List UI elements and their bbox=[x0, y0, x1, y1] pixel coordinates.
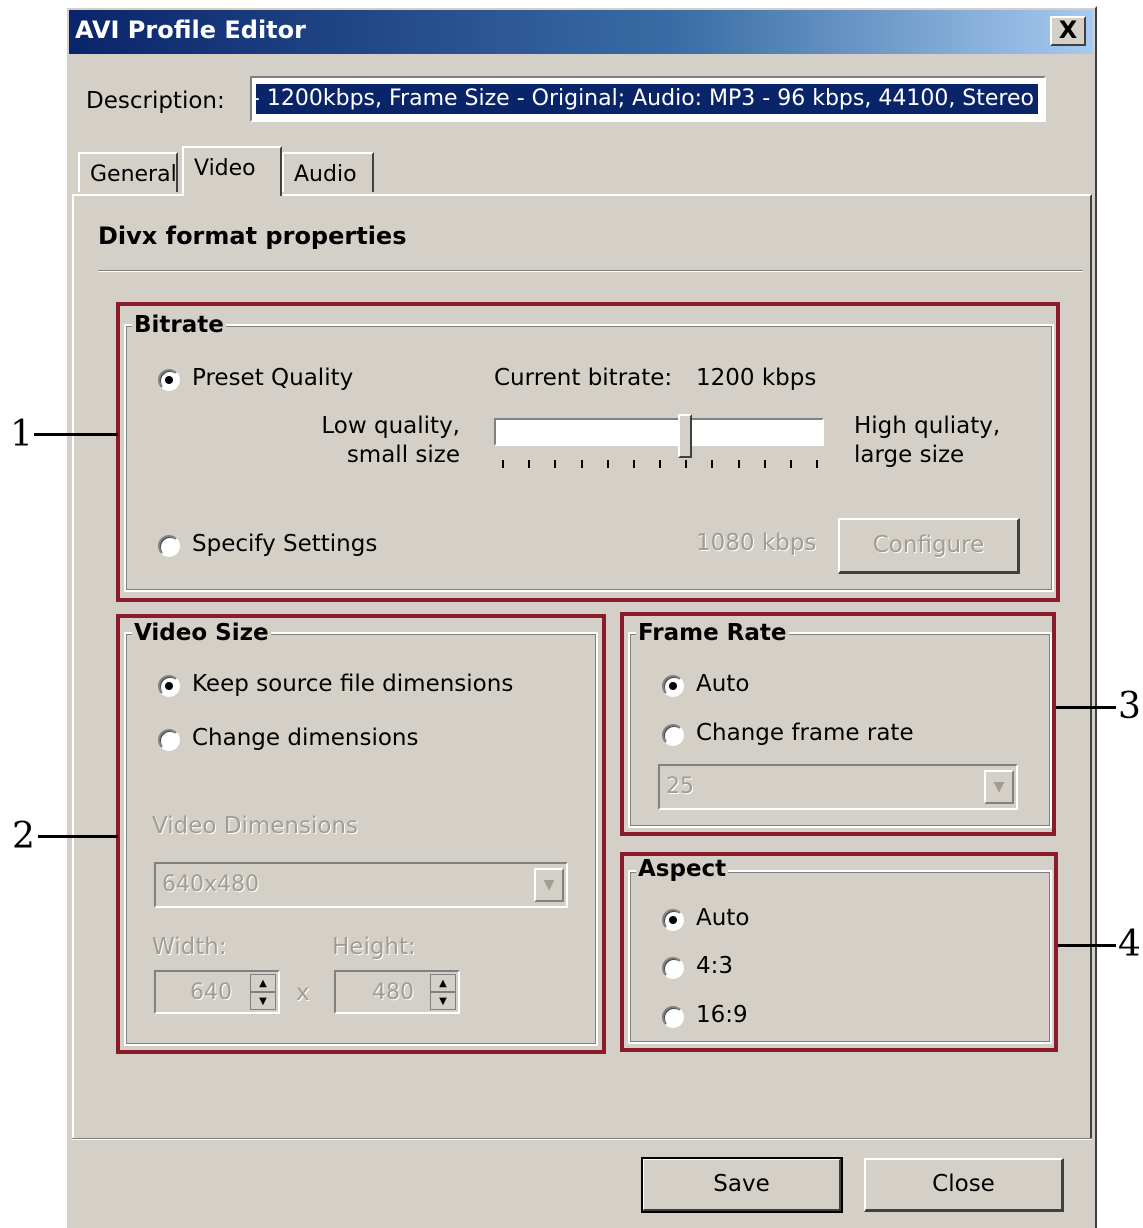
description-value: ; - 1200kbps, Frame Size - Original; Aud… bbox=[250, 86, 1034, 111]
tab-general[interactable]: General bbox=[78, 152, 178, 192]
section-divider bbox=[98, 270, 1083, 272]
window-title: AVI Profile Editor bbox=[75, 16, 306, 44]
save-label: Save bbox=[713, 1171, 770, 1197]
callout-2: 2 bbox=[12, 816, 35, 857]
callout-2-line bbox=[38, 835, 118, 838]
tab-audio-label: Audio bbox=[294, 162, 357, 187]
callout-1-line bbox=[34, 433, 118, 436]
close-label: Close bbox=[932, 1171, 995, 1197]
callout-4-line bbox=[1058, 944, 1116, 947]
tab-video-label: Video bbox=[194, 156, 256, 181]
highlight-box-3 bbox=[620, 612, 1056, 836]
description-label: Description: bbox=[86, 88, 225, 114]
tab-video[interactable]: Video bbox=[182, 146, 282, 196]
highlight-box-1 bbox=[116, 302, 1060, 602]
description-input[interactable]: ; - 1200kbps, Frame Size - Original; Aud… bbox=[250, 76, 1046, 122]
close-window-button[interactable]: X bbox=[1050, 16, 1086, 46]
highlight-box-2 bbox=[116, 614, 606, 1054]
highlight-box-4 bbox=[620, 852, 1058, 1052]
tab-general-label: General bbox=[90, 162, 177, 187]
save-button[interactable]: Save bbox=[641, 1157, 843, 1213]
close-icon: X bbox=[1058, 16, 1078, 44]
callout-3: 3 bbox=[1118, 686, 1141, 727]
callout-1: 1 bbox=[10, 414, 33, 455]
tab-audio[interactable]: Audio bbox=[282, 152, 374, 192]
callout-4: 4 bbox=[1118, 924, 1141, 965]
close-button[interactable]: Close bbox=[864, 1158, 1064, 1212]
callout-3-line bbox=[1056, 706, 1116, 709]
section-title: Divx format properties bbox=[98, 222, 407, 250]
footer-divider bbox=[72, 1138, 1092, 1140]
title-bar[interactable]: AVI Profile Editor bbox=[69, 10, 1093, 54]
